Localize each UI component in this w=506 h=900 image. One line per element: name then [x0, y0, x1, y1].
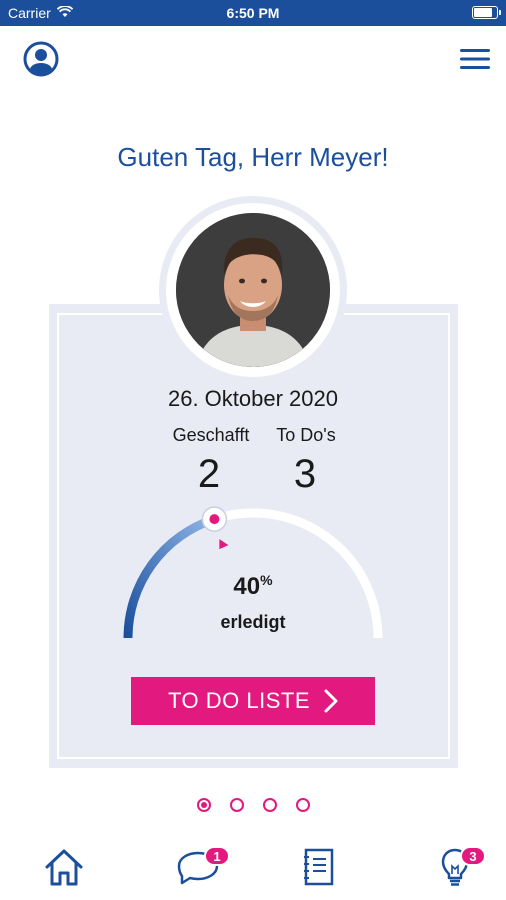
profile-button[interactable]: [22, 40, 60, 78]
page-dot[interactable]: [262, 798, 277, 812]
battery-level: [474, 8, 492, 17]
progress-value: 40: [233, 573, 261, 600]
page-indicator: [0, 798, 506, 812]
messages-badge: 1: [204, 846, 230, 866]
todo-list-button[interactable]: TO DO LISTE: [131, 677, 375, 725]
gauge-pointer-icon: [219, 539, 229, 550]
page-dot[interactable]: [229, 798, 244, 812]
date-label: 26. Oktober 2020: [167, 386, 338, 411]
todo-label: To Do's: [276, 425, 336, 445]
avatar: [176, 213, 330, 367]
tab-notes[interactable]: [290, 842, 346, 892]
user-circle-icon: [23, 41, 59, 77]
avatar-portrait: [176, 213, 330, 367]
tab-ideas[interactable]: 3: [424, 842, 486, 892]
hamburger-icon: [460, 49, 490, 69]
tab-home[interactable]: [36, 842, 92, 892]
menu-button[interactable]: [456, 44, 494, 74]
chevron-right-icon: [324, 689, 338, 713]
progress-unit: %: [260, 572, 273, 588]
tab-messages[interactable]: 1: [166, 842, 230, 892]
notebook-icon: [304, 848, 334, 886]
clock: 6:50 PM: [226, 5, 280, 21]
page-dot[interactable]: [196, 798, 211, 812]
progress-caption: erledigt: [220, 612, 286, 632]
home-icon: [45, 849, 83, 886]
page-dot[interactable]: [295, 798, 310, 812]
status-bar: Carrier 6:50 PM: [0, 0, 506, 26]
greeting-title: Guten Tag, Herr Meyer!: [117, 142, 389, 172]
progress-percent: 40%: [0, 572, 506, 601]
todo-count: 3: [293, 452, 317, 496]
gauge-knob-dot: [209, 514, 220, 525]
battery-icon: [472, 6, 501, 19]
ideas-badge: 3: [460, 846, 486, 866]
todo-list-button-label: TO DO LISTE: [167, 688, 310, 713]
